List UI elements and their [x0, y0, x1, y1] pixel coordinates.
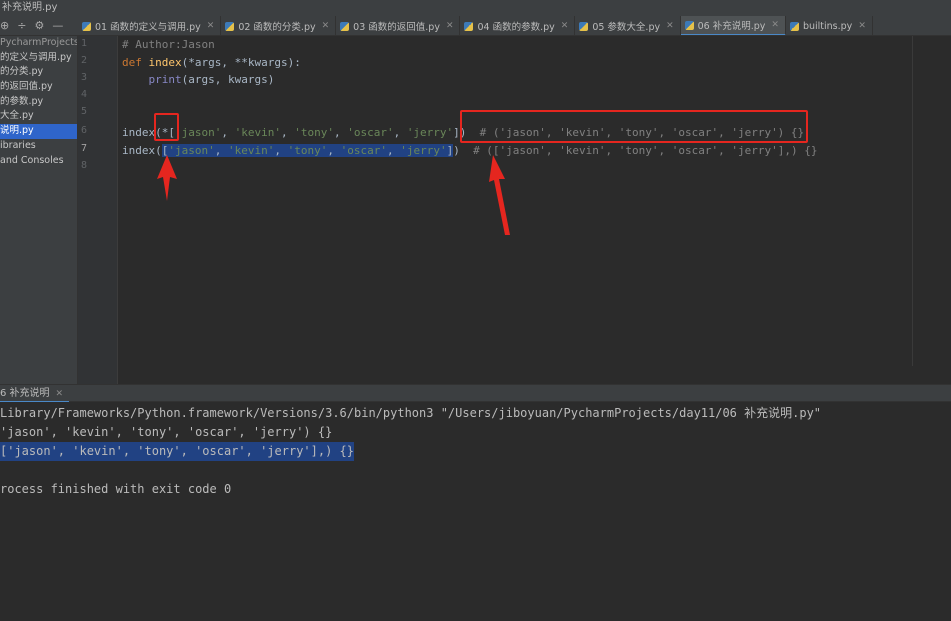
tab-file[interactable]: 04 函数的参数.py ✕	[460, 16, 576, 35]
tab-file-active[interactable]: 06 补充说明.py ✕	[680, 16, 786, 35]
tab-file[interactable]: 05 参数大全.py ✕	[575, 16, 681, 35]
code-comma: ,	[214, 144, 228, 157]
code-string: 'jerry'	[406, 126, 454, 139]
gear-icon[interactable]: ⚙	[34, 16, 44, 36]
code-comment: # (['jason', 'kevin', 'tony', 'oscar', '…	[473, 144, 818, 157]
code-string: 'tony'	[294, 126, 334, 139]
python-file-icon	[464, 21, 474, 31]
code-comma: ,	[386, 144, 401, 157]
code-string: 'kevin'	[227, 144, 275, 157]
tab-label: 06 补充说明.py	[697, 21, 766, 32]
python-file-icon	[340, 21, 350, 31]
annotation-box-star	[154, 113, 179, 141]
code-paren: )	[453, 144, 460, 157]
code-comma: ,	[333, 126, 348, 139]
code-string: 'jason'	[174, 126, 222, 139]
tab-file[interactable]: 03 函数的返回值.py ✕	[336, 16, 461, 35]
close-icon[interactable]: ✕	[56, 389, 64, 399]
tab-label: 02 函数的分类.py	[238, 22, 316, 33]
code-params: (*args, **kwargs):	[181, 56, 301, 69]
tab-label: 03 函数的返回值.py	[353, 22, 440, 33]
tab-label: builtins.py	[802, 20, 853, 32]
line-number: 3	[80, 72, 87, 83]
tree-item-file[interactable]: 大全.py	[0, 109, 77, 124]
code-comma: ,	[221, 126, 235, 139]
code-string: 'tony'	[287, 144, 328, 157]
close-icon[interactable]: ✕	[666, 21, 674, 31]
close-icon[interactable]: ✕	[322, 21, 330, 31]
window-title: 补充说明.py	[0, 0, 951, 16]
tab-file[interactable]: 02 函数的分类.py ✕	[221, 16, 337, 35]
code-args: (args, kwargs)	[181, 73, 275, 86]
annotation-arrow-right	[489, 155, 510, 235]
code-string: 'oscar'	[347, 126, 394, 139]
tab-label: 05 参数大全.py	[592, 22, 661, 33]
tree-item-file[interactable]: 的参数.py	[0, 95, 77, 110]
tree-item-scratches-consoles[interactable]: and Consoles	[0, 154, 77, 169]
run-panel-header: 6 补充说明 ✕	[0, 384, 951, 403]
code-comma: ,	[274, 144, 288, 157]
annotation-arrow-left	[157, 155, 177, 201]
python-file-icon	[82, 21, 91, 31]
line-number: 5	[80, 106, 87, 117]
line-number-gutter: 1 2 3 4 5 6 7 8	[78, 36, 118, 384]
project-tree: PycharmProjects/d 的定义与调用.py 的分类.py 的返回值.…	[0, 36, 78, 384]
line-number: 4	[80, 89, 87, 100]
tree-item-file[interactable]: 的返回值.py	[0, 80, 77, 95]
python-file-icon	[225, 21, 235, 31]
run-console[interactable]: Library/Frameworks/Python.framework/Vers…	[0, 402, 951, 621]
code-comma: ,	[393, 126, 407, 139]
code-keyword: def	[122, 56, 142, 69]
console-line: rocess finished with exit code 0	[0, 482, 232, 496]
close-icon[interactable]: ✕	[858, 21, 866, 31]
code-line-1: # Author:Jason	[122, 36, 215, 53]
close-icon[interactable]: ✕	[446, 21, 454, 31]
minus-icon[interactable]: —	[52, 16, 63, 36]
editor-tabs: 01 函数的定义与调用.py ✕ 02 函数的分类.py ✕ 03 函数的返回值.p…	[78, 16, 951, 36]
line-number-current: 7	[80, 143, 87, 154]
code-comma: ,	[327, 144, 341, 157]
tree-item-file[interactable]: 的定义与调用.py	[0, 51, 77, 66]
tab-file[interactable]: 01 函数的定义与调用.py ✕	[78, 16, 222, 35]
run-tab[interactable]: 6 补充说明 ✕	[0, 385, 70, 403]
line-number: 1	[80, 38, 87, 49]
tab-label: 01 函数的定义与调用.py	[95, 22, 201, 33]
code-string: 'jerry'	[400, 144, 447, 157]
close-icon[interactable]: ✕	[561, 21, 569, 31]
console-line: 'jason', 'kevin', 'tony', 'oscar', 'jerr…	[0, 425, 333, 439]
split-icon[interactable]: ÷	[17, 16, 26, 36]
python-file-icon	[789, 21, 799, 31]
code-line-7: index(['jason', 'kevin', 'tony', 'oscar'…	[122, 142, 817, 159]
code-comment: # Author:Jason	[122, 38, 215, 51]
project-toolbar: ⊕ ÷ ⚙ —	[0, 16, 78, 36]
code-editor[interactable]: # Author:Jason def index(*args, **kwargs…	[118, 36, 951, 384]
console-line: Library/Frameworks/Python.framework/Vers…	[0, 406, 822, 420]
console-line-selected: ['jason', 'kevin', 'tony', 'oscar', 'jer…	[0, 442, 355, 461]
python-file-icon	[579, 21, 589, 31]
code-builtin: print	[148, 73, 182, 86]
tab-file[interactable]: builtins.py ✕	[786, 16, 873, 35]
tree-item-external-libraries[interactable]: ibraries	[0, 139, 77, 154]
code-function-name: index	[148, 56, 182, 69]
tree-item-file-selected[interactable]: 说明.py	[0, 124, 77, 139]
code-string: 'kevin'	[234, 126, 281, 139]
tab-label: 04 函数的参数.py	[477, 22, 555, 33]
close-icon[interactable]: ✕	[207, 21, 215, 31]
tree-item-file[interactable]: 的分类.py	[0, 65, 77, 80]
line-number: 6	[80, 125, 87, 136]
code-string: 'oscar'	[340, 144, 387, 157]
close-icon[interactable]: ✕	[771, 20, 779, 30]
code-line-3: print(args, kwargs)	[122, 71, 275, 88]
annotation-box-output	[460, 110, 808, 143]
line-number: 2	[80, 55, 87, 66]
target-icon[interactable]: ⊕	[0, 16, 9, 36]
tree-item-project-root[interactable]: PycharmProjects/d	[0, 36, 77, 51]
code-comma: ,	[280, 126, 295, 139]
code-line-2: def index(*args, **kwargs):	[122, 54, 301, 71]
code-selection: ['jason', 'kevin', 'tony', 'oscar', 'jer…	[161, 144, 454, 157]
python-file-icon	[684, 20, 694, 30]
line-number: 8	[80, 160, 87, 171]
right-margin-guide	[912, 36, 913, 366]
run-tab-label: 6 补充说明	[0, 388, 50, 399]
